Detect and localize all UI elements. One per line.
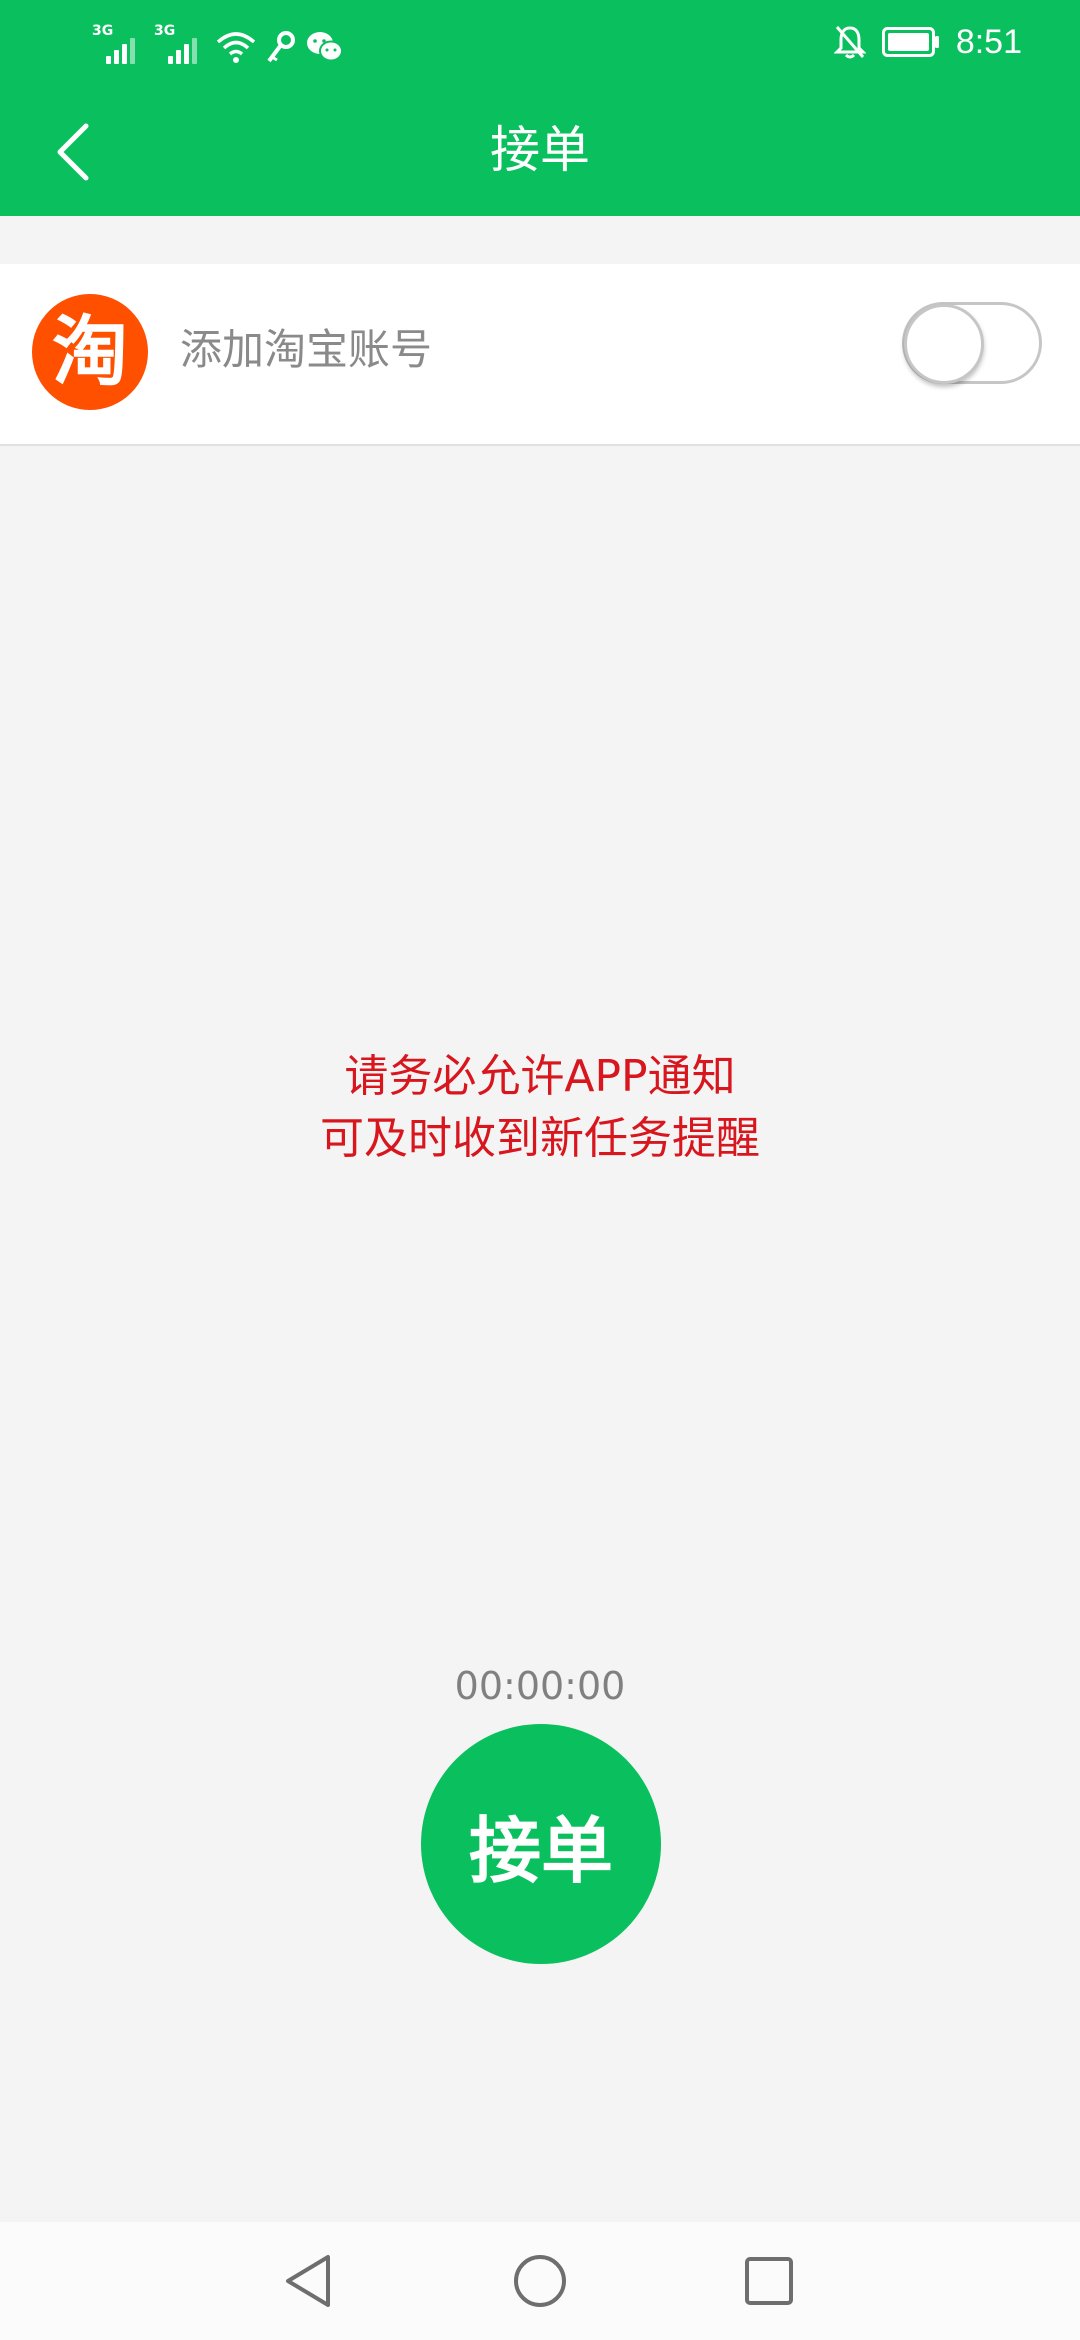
notification-notice-line1: 请务必允许APP通知 — [344, 1051, 736, 1102]
status-bar: 3G 3G 8:51 — [0, 0, 1080, 84]
page-title: 接单 — [490, 121, 590, 179]
status-left: 3G 3G — [92, 20, 344, 64]
back-triangle-icon — [286, 2255, 330, 2307]
network-type-label: 3G — [92, 23, 114, 39]
battery-icon — [881, 27, 939, 57]
account-toggle-switch[interactable] — [902, 302, 1042, 384]
order-timer: 00:00:00 — [454, 1664, 626, 1708]
app-header: 3G 3G 8:51 接单 — [0, 0, 1080, 216]
wechat-icon — [307, 32, 343, 62]
notification-notice-line2: 可及时收到新任务提醒 — [320, 1113, 760, 1164]
nav-back-button[interactable] — [276, 2248, 342, 2314]
accept-order-button[interactable]: 接单 — [421, 1724, 661, 1964]
toggle-knob — [904, 304, 984, 384]
status-right: 8:51 — [833, 16, 1022, 68]
key-icon — [267, 31, 295, 63]
chevron-left-icon — [57, 123, 89, 181]
signal-icon: 3G — [92, 24, 144, 64]
home-circle-icon — [514, 2255, 566, 2307]
system-nav-bar — [0, 2222, 1080, 2340]
title-bar: 接单 — [0, 84, 1080, 216]
network-type-label: 3G — [154, 23, 176, 39]
signal-icon: 3G — [154, 24, 206, 64]
recents-square-icon — [745, 2257, 793, 2305]
taobao-logo: 淘 — [32, 294, 148, 410]
status-time: 8:51 — [955, 23, 1022, 61]
wifi-icon — [216, 32, 256, 63]
nav-recents-button[interactable] — [736, 2248, 802, 2314]
nav-home-button[interactable] — [507, 2248, 573, 2314]
bell-off-icon — [833, 26, 866, 59]
back-button[interactable] — [36, 114, 112, 190]
add-taobao-account-label: 添加淘宝账号 — [180, 325, 433, 374]
